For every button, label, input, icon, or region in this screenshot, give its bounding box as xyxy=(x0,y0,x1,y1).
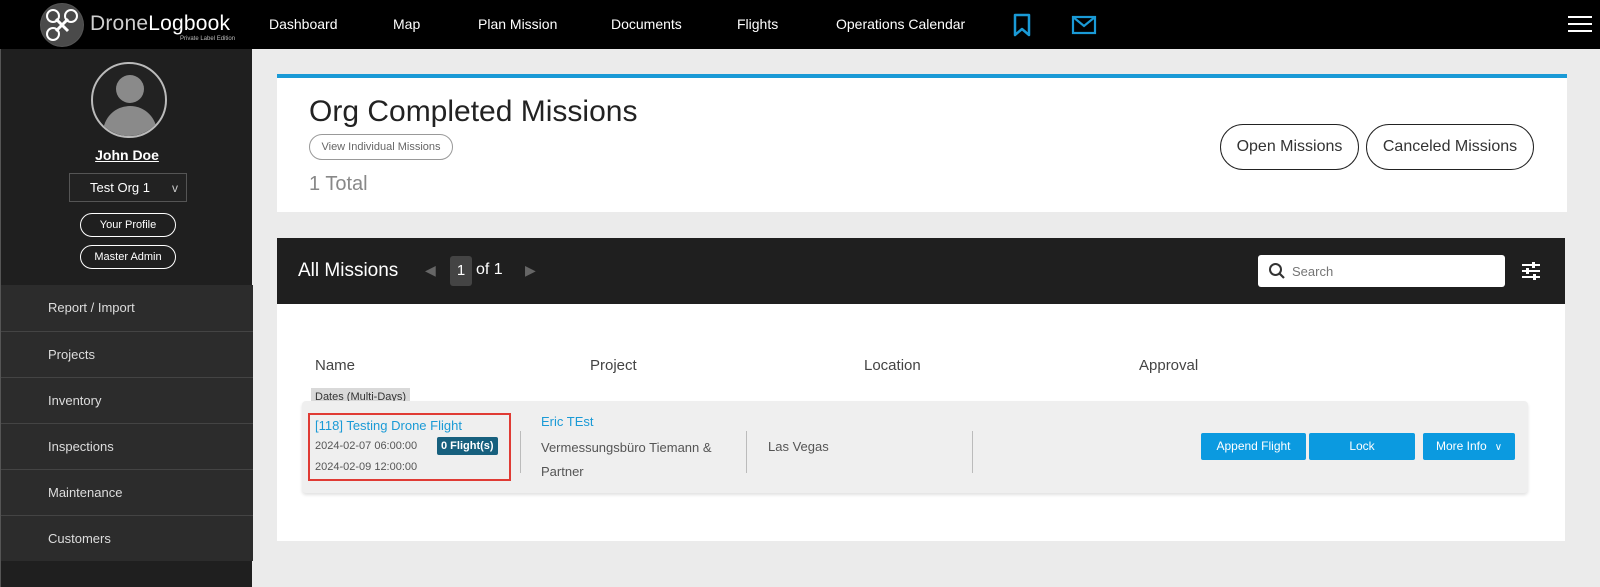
avatar xyxy=(91,62,167,138)
column-divider xyxy=(746,431,747,473)
nav-flights[interactable]: Flights xyxy=(737,16,778,32)
chevron-down-icon: v xyxy=(172,181,178,195)
column-header-approval: Approval xyxy=(1139,357,1199,374)
logo-wordmark: DroneLogbook xyxy=(90,12,231,35)
sidebar-item-report-import[interactable]: Report / Import xyxy=(1,285,253,331)
page-title: Org Completed Missions xyxy=(309,95,638,128)
open-missions-button[interactable]: Open Missions xyxy=(1220,124,1359,170)
mission-link[interactable]: [118] Testing Drone Flight xyxy=(315,418,462,433)
project-link[interactable]: Eric TEst xyxy=(541,414,594,429)
more-info-label: More Info xyxy=(1435,439,1487,453)
table-row: [118] Testing Drone Flight 2024-02-07 06… xyxy=(302,401,1528,493)
master-admin-button[interactable]: Master Admin xyxy=(80,245,176,269)
bookmark-icon[interactable] xyxy=(1009,12,1035,38)
search-icon xyxy=(1269,263,1285,279)
nav-plan-mission[interactable]: Plan Mission xyxy=(478,16,557,32)
current-page: 1 xyxy=(450,256,472,286)
list-title: All Missions xyxy=(298,260,399,281)
prev-page-icon[interactable]: ◀ xyxy=(425,262,436,279)
nav-dashboard[interactable]: Dashboard xyxy=(269,16,338,32)
column-divider xyxy=(972,431,973,473)
sidebar-item-inspections[interactable]: Inspections xyxy=(1,423,253,469)
column-header-project: Project xyxy=(590,357,637,374)
missions-list-toolbar: All Missions ◀ 1 of 1 ▶ xyxy=(277,238,1565,304)
flights-count-badge[interactable]: 0 Flight(s) xyxy=(437,437,498,455)
column-header-location: Location xyxy=(864,357,921,374)
canceled-missions-button[interactable]: Canceled Missions xyxy=(1366,124,1534,170)
top-navbar: DroneLogbook Private Label Edition Dashb… xyxy=(0,0,1600,49)
view-individual-missions-button[interactable]: View Individual Missions xyxy=(309,134,453,160)
hamburger-menu-icon[interactable] xyxy=(1568,16,1592,34)
column-header-name: Name xyxy=(315,357,356,374)
drone-logo-icon xyxy=(40,3,84,47)
mail-icon[interactable] xyxy=(1071,12,1097,38)
nav-operations-calendar[interactable]: Operations Calendar xyxy=(836,16,965,32)
sidebar-item-inventory[interactable]: Inventory xyxy=(1,377,253,423)
more-info-button[interactable]: More Info ∨ xyxy=(1423,433,1515,460)
mission-end-date: 2024-02-09 12:00:00 xyxy=(315,461,418,473)
sidebar-item-maintenance[interactable]: Maintenance xyxy=(1,469,253,515)
project-name: Vermessungsbüro Tiemann & Partner xyxy=(541,440,712,479)
logo[interactable]: DroneLogbook Private Label Edition xyxy=(40,3,240,47)
logo-subtitle: Private Label Edition xyxy=(180,36,236,42)
mission-start-date: 2024-02-07 06:00:00 xyxy=(315,440,418,452)
missions-table: Name Project Location Approval Dates (Mu… xyxy=(277,304,1565,541)
org-select-value: Test Org 1 xyxy=(90,180,150,195)
append-flight-button[interactable]: Append Flight xyxy=(1201,433,1306,460)
sidebar-item-projects[interactable]: Projects xyxy=(1,331,253,377)
nav-documents[interactable]: Documents xyxy=(611,16,682,32)
column-divider xyxy=(520,431,521,473)
lock-button[interactable]: Lock xyxy=(1309,433,1415,460)
user-name-link[interactable]: John Doe xyxy=(1,147,253,163)
search-input[interactable] xyxy=(1292,260,1492,282)
nav-map[interactable]: Map xyxy=(393,16,420,32)
sidebar: John Doe Test Org 1 v Your Profile Maste… xyxy=(0,49,253,587)
sidebar-menu: Report / Import Projects Inventory Inspe… xyxy=(1,285,253,561)
page-count: of 1 xyxy=(476,261,503,278)
sidebar-item-customers[interactable]: Customers xyxy=(1,515,253,561)
search-box xyxy=(1258,255,1505,287)
chevron-down-icon: ∨ xyxy=(1494,442,1503,453)
your-profile-button[interactable]: Your Profile xyxy=(80,213,176,237)
header-card: Org Completed Missions View Individual M… xyxy=(277,78,1567,212)
org-select[interactable]: Test Org 1 v xyxy=(69,173,187,202)
filter-settings-icon[interactable] xyxy=(1520,260,1542,282)
mission-location: Las Vegas xyxy=(768,439,829,454)
next-page-icon[interactable]: ▶ xyxy=(525,262,536,279)
total-count: 1 Total xyxy=(309,173,368,195)
